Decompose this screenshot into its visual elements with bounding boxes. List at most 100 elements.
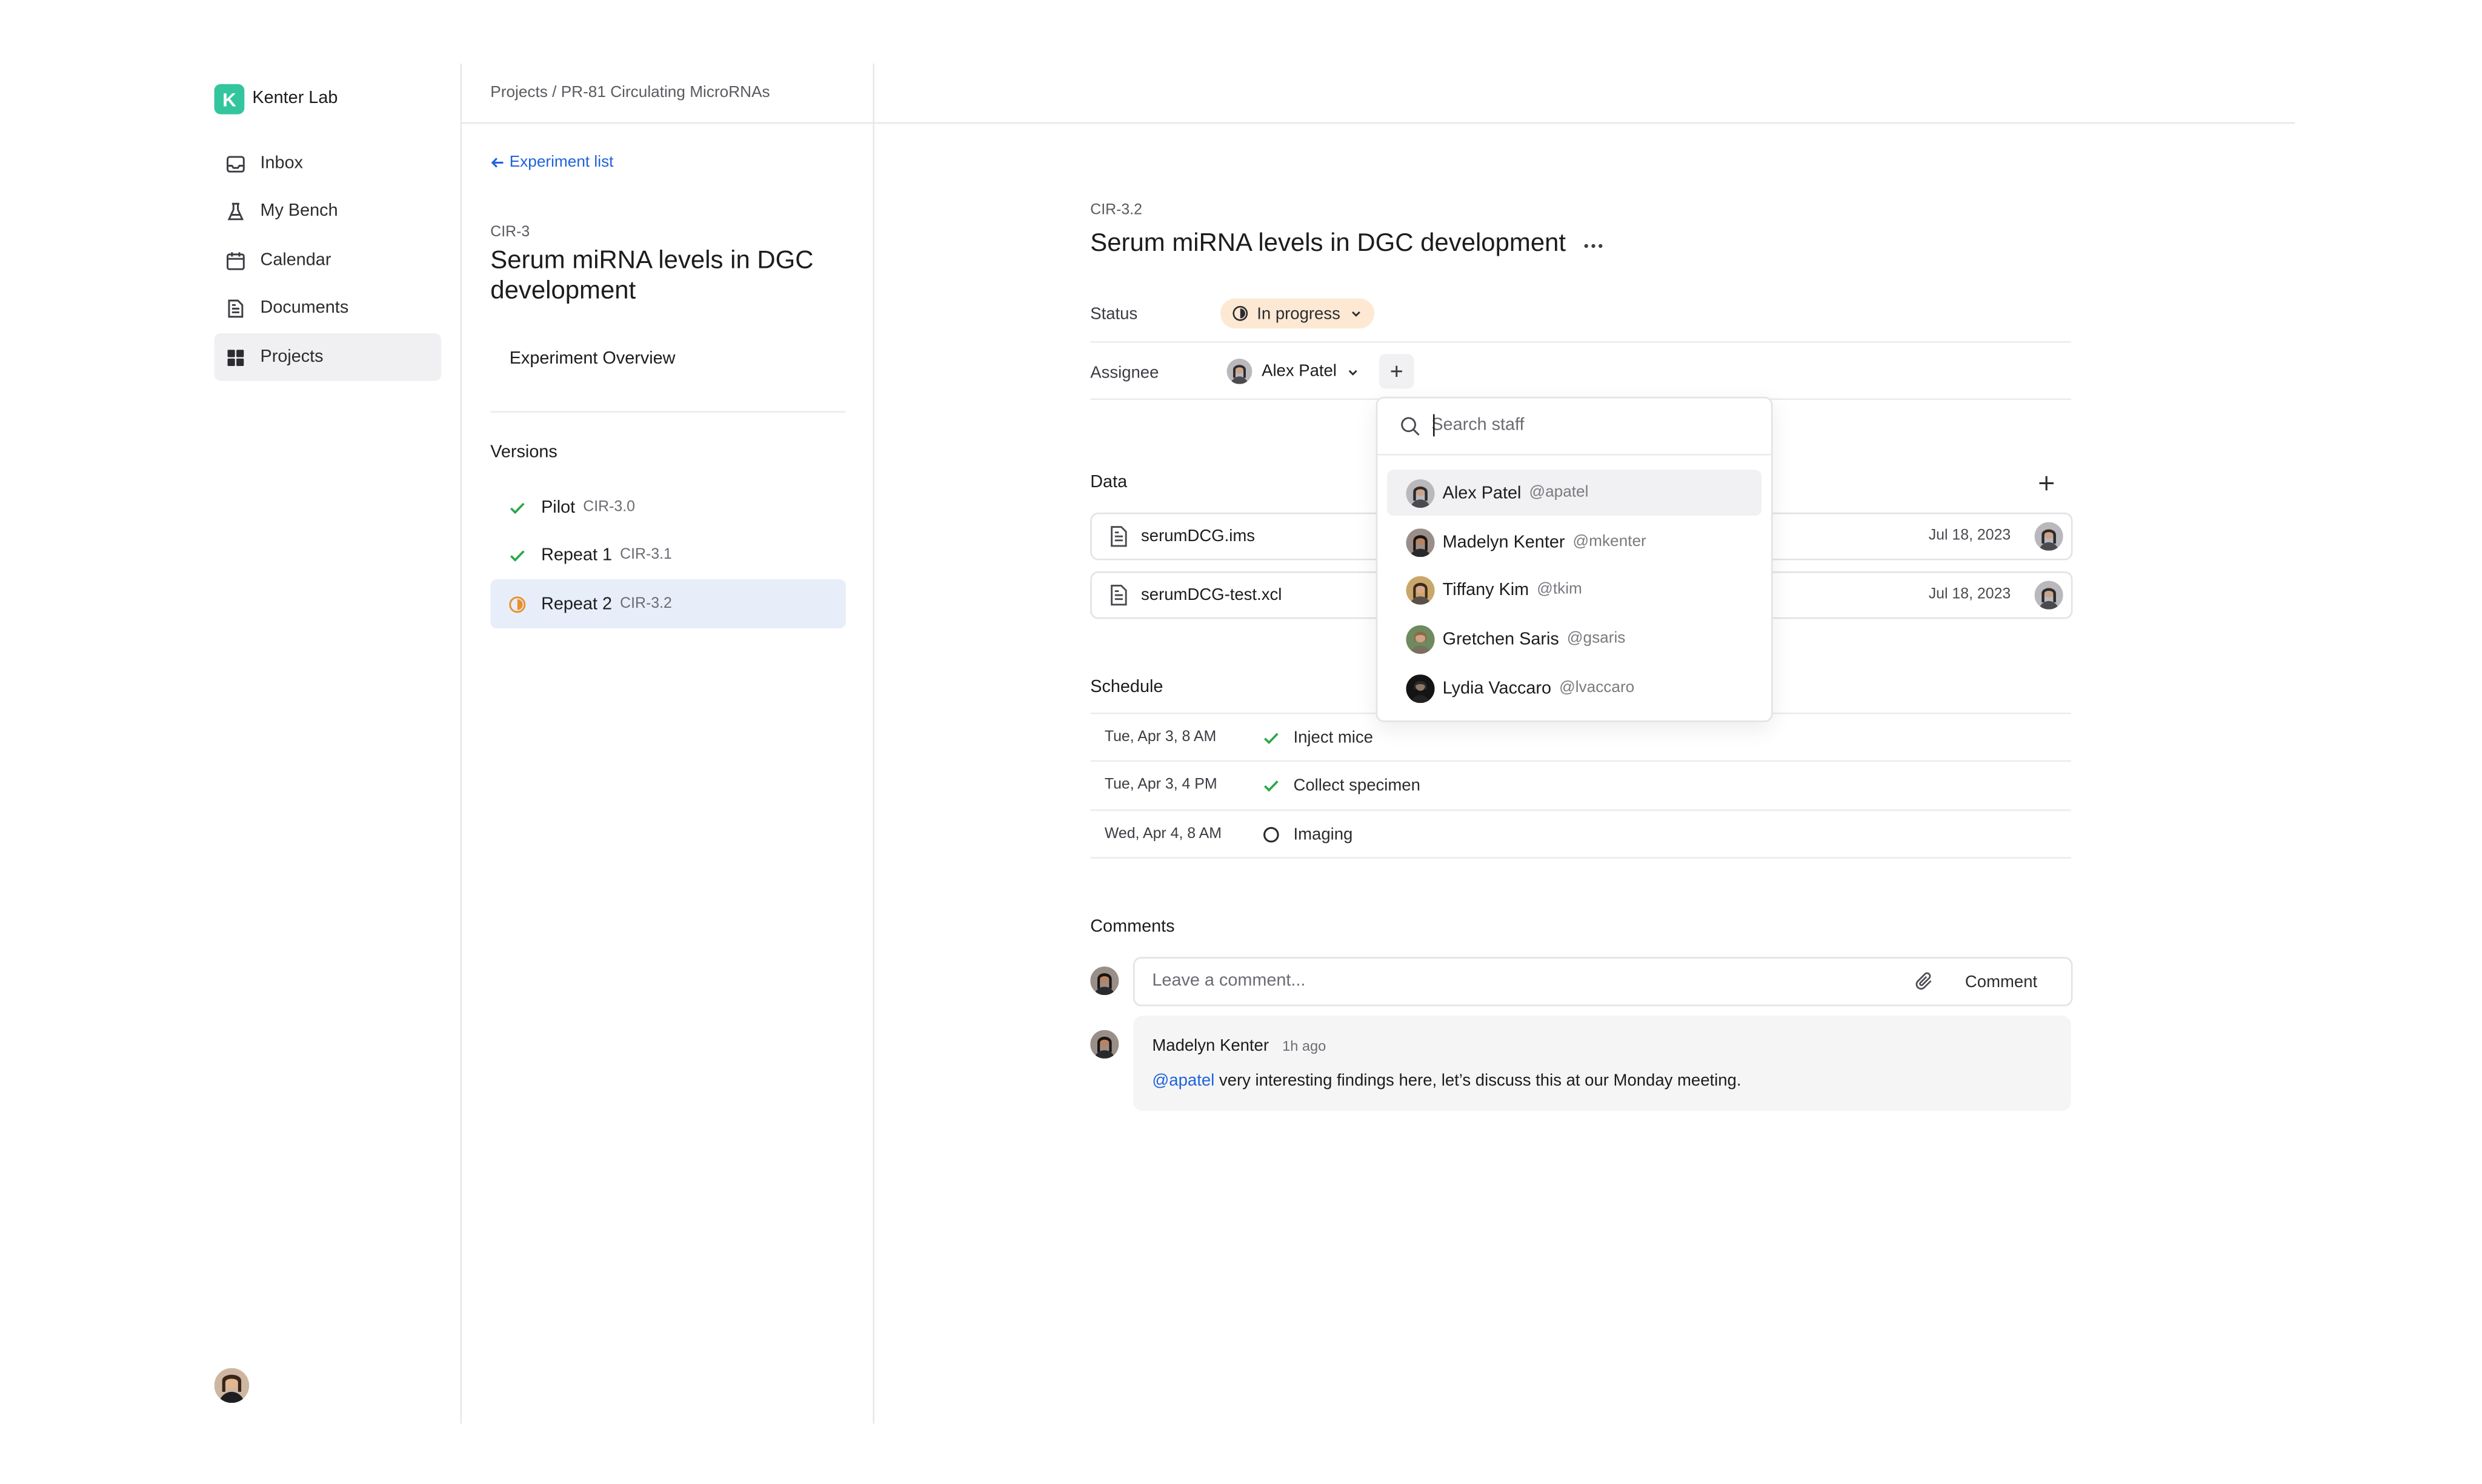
versions-heading: Versions xyxy=(490,442,557,462)
version-code-label: CIR-3.2 xyxy=(1090,201,1142,219)
status-value: In progress xyxy=(1257,304,1340,323)
sidebar-item-inbox[interactable]: Inbox xyxy=(215,139,442,187)
check-icon[interactable] xyxy=(1262,776,1280,795)
inbox-icon xyxy=(225,153,246,174)
staff-option-tiffany-kim[interactable]: Tiffany Kim @tkim xyxy=(1387,567,1762,613)
file-date: Jul 18, 2023 xyxy=(1928,527,2011,545)
circle-icon[interactable] xyxy=(1262,825,1280,844)
avatar xyxy=(2034,581,2063,610)
staff-search-input[interactable] xyxy=(1431,411,1749,440)
version-code: CIR-3.0 xyxy=(583,498,635,516)
version-item-pilot[interactable]: Pilot CIR-3.0 xyxy=(490,482,846,531)
divider xyxy=(1090,341,2071,343)
sidebar-item-calendar[interactable]: Calendar xyxy=(215,236,442,284)
avatar xyxy=(1406,478,1435,507)
experiment-code: CIR-3 xyxy=(490,224,530,242)
lab-logo[interactable]: K xyxy=(214,84,245,115)
version-code: CIR-3.2 xyxy=(620,595,672,613)
schedule-task: Imaging xyxy=(1293,825,1353,845)
check-icon[interactable] xyxy=(1262,728,1280,747)
add-data-button[interactable] xyxy=(2035,471,2058,495)
file-icon xyxy=(1110,525,1128,548)
experiment-title: Serum miRNA levels in DGC development xyxy=(490,247,814,304)
file-name: serumDCG-test.xcl xyxy=(1141,585,1282,605)
user-avatar[interactable] xyxy=(214,1368,250,1403)
avatar xyxy=(1090,1030,1119,1059)
sidebar-item-label: Documents xyxy=(260,298,349,318)
file-date: Jul 18, 2023 xyxy=(1928,585,2011,604)
sidebar-item-label: Inbox xyxy=(260,154,304,173)
in-progress-icon xyxy=(1231,305,1249,322)
divider xyxy=(1090,857,2071,859)
staff-option-lydia-vaccaro[interactable]: Lydia Vaccaro @lvaccaro xyxy=(1387,665,1762,711)
arrow-left-icon xyxy=(490,156,505,170)
sidebar-divider xyxy=(460,63,462,1424)
comment-text: very interesting findings here, let’s di… xyxy=(1214,1071,1742,1091)
comments-heading: Comments xyxy=(1090,917,1175,937)
plus-icon xyxy=(2035,471,2058,495)
staff-name: Madelyn Kenter xyxy=(1442,532,1565,552)
version-name: Pilot xyxy=(541,497,576,517)
avatar xyxy=(1406,673,1435,702)
data-heading: Data xyxy=(1090,473,1128,492)
experiment-overview-link[interactable]: Experiment Overview xyxy=(510,349,676,368)
sidebar-item-my-bench[interactable]: My Bench xyxy=(215,187,442,235)
status-badge[interactable]: In progress xyxy=(1220,298,1374,329)
staff-handle: @gsaris xyxy=(1566,630,1626,648)
add-assignee-button[interactable] xyxy=(1379,354,1414,389)
in-progress-icon xyxy=(508,594,527,613)
avatar xyxy=(1090,966,1119,996)
comment-author[interactable]: Madelyn Kenter xyxy=(1152,1036,1269,1055)
comment-body: @apatel very interesting findings here, … xyxy=(1152,1071,1741,1090)
assignee-label: Assignee xyxy=(1090,363,1159,383)
schedule-time: Tue, Apr 3, 8 AM xyxy=(1104,728,1217,746)
comment-input[interactable]: Leave a comment... Comment xyxy=(1133,957,2073,1007)
grid-icon xyxy=(225,347,246,367)
back-link-label: Experiment list xyxy=(509,154,614,171)
version-item-repeat-1[interactable]: Repeat 1 CIR-3.1 xyxy=(490,530,846,579)
staff-handle: @apatel xyxy=(1529,484,1589,502)
divider xyxy=(1090,760,2071,762)
page-title: Serum miRNA levels in DGC development xyxy=(1090,230,1566,258)
more-options-icon[interactable] xyxy=(1581,235,1606,258)
schedule-time: Wed, Apr 4, 8 AM xyxy=(1104,825,1222,843)
version-name: Repeat 1 xyxy=(541,545,613,565)
version-name: Repeat 2 xyxy=(541,594,613,614)
lab-name[interactable]: Kenter Lab xyxy=(252,89,338,108)
comment-timestamp: 1h ago xyxy=(1282,1037,1326,1054)
back-to-experiment-list-link[interactable]: Experiment list xyxy=(490,154,613,171)
sidebar-item-documents[interactable]: Documents xyxy=(215,284,442,332)
flask-icon xyxy=(225,201,246,221)
file-icon xyxy=(1110,584,1128,607)
staff-name: Alex Patel xyxy=(1442,483,1522,502)
file-name: serumDCG.ims xyxy=(1141,527,1256,546)
schedule-heading: Schedule xyxy=(1090,677,1163,697)
chevron-down-icon xyxy=(1346,364,1361,379)
staff-option-madelyn-kenter[interactable]: Madelyn Kenter @mkenter xyxy=(1387,519,1762,565)
avatar xyxy=(2034,522,2063,551)
text-caret xyxy=(1432,414,1435,437)
staff-option-gretchen-saris[interactable]: Gretchen Saris @gsaris xyxy=(1387,616,1762,662)
check-icon xyxy=(508,497,527,516)
assignee-name: Alex Patel xyxy=(1262,362,1337,381)
mention-link[interactable]: @apatel xyxy=(1152,1071,1214,1090)
version-item-repeat-2[interactable]: Repeat 2 CIR-3.2 xyxy=(490,579,846,629)
comment-button[interactable]: Comment xyxy=(1952,960,2050,1003)
staff-handle: @mkenter xyxy=(1572,533,1646,551)
divider xyxy=(1090,809,2071,811)
comment-placeholder: Leave a comment... xyxy=(1152,971,1306,991)
schedule-task: Inject mice xyxy=(1293,728,1373,748)
status-label: Status xyxy=(1090,304,1138,324)
document-icon xyxy=(225,298,246,318)
check-icon xyxy=(508,545,527,564)
sidebar-item-projects[interactable]: Projects xyxy=(214,333,442,381)
breadcrumb[interactable]: Projects / PR-81 Circulating MicroRNAs xyxy=(490,84,770,102)
sidebar-item-label: Projects xyxy=(260,347,324,367)
chevron-down-icon xyxy=(1348,306,1363,321)
schedule-time: Tue, Apr 3, 4 PM xyxy=(1104,776,1217,794)
staff-option-alex-patel[interactable]: Alex Patel @apatel xyxy=(1387,470,1762,516)
assignee-selector[interactable]: Alex Patel xyxy=(1226,357,1360,385)
staff-name: Tiffany Kim xyxy=(1442,580,1529,599)
staff-handle: @lvaccaro xyxy=(1559,679,1635,697)
paperclip-icon[interactable] xyxy=(1914,971,1935,992)
